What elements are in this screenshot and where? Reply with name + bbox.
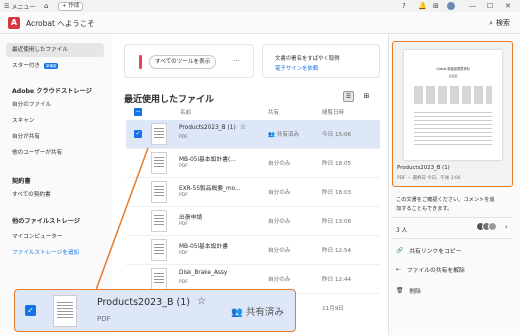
people-icon: 👥 <box>231 307 243 318</box>
callout-connector <box>95 147 149 291</box>
star-icon[interactable]: ☆ <box>197 296 206 307</box>
file-thumbnail <box>53 295 77 327</box>
callout-share-status: 👥 共有済み <box>231 307 284 318</box>
thumbnail-lines <box>57 302 73 320</box>
callout-file-type: PDF <box>97 315 111 323</box>
zoomed-selected-row[interactable]: ✓ Products2023_B (1) ☆ PDF 👥 共有済み <box>14 289 296 332</box>
callout-file-name: Products2023_B (1) <box>97 297 190 308</box>
checkbox-checked-icon[interactable]: ✓ <box>25 305 36 316</box>
